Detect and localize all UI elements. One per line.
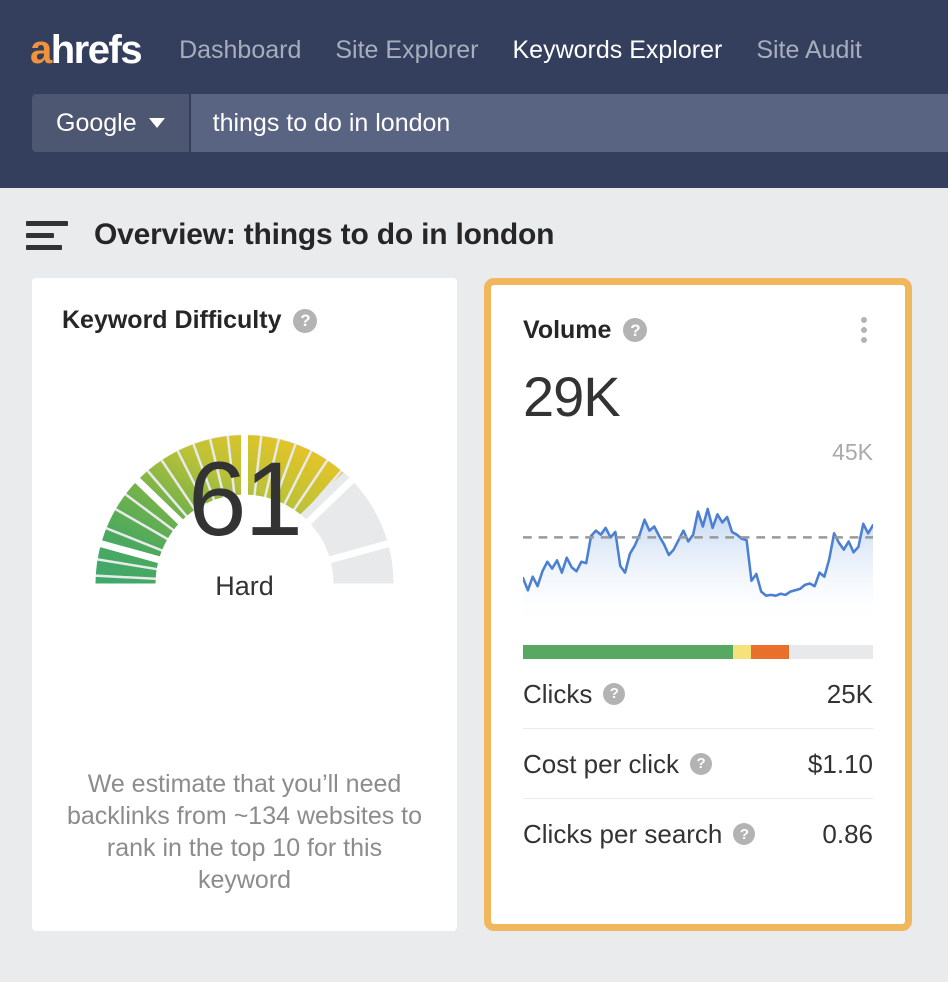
help-icon[interactable]: ? — [293, 308, 318, 333]
search-input[interactable] — [212, 108, 948, 138]
keyword-difficulty-card: Keyword Difficulty ? 61 Hard We estimate… — [32, 278, 457, 931]
ahrefs-logo[interactable]: ahrefs — [30, 28, 143, 72]
top-navigation-bar: ahrefs Dashboard Site Explorer Keywords … — [0, 0, 948, 188]
volume-value: 29K — [523, 365, 621, 428]
metric-label: Clicks ? — [523, 678, 626, 709]
page-title: Overview: things to do in london — [94, 218, 555, 251]
metric-row-clicks: Clicks ? 25K — [523, 659, 873, 729]
logo-text: hrefs — [50, 28, 143, 72]
metric-value: $1.10 — [807, 748, 873, 779]
nav-item-site-explorer[interactable]: Site Explorer — [335, 37, 478, 63]
metric-row-clicks-per-search: Clicks per search ? 0.86 — [523, 799, 873, 869]
volume-sparkline — [523, 488, 873, 623]
kd-card-title-label: Keyword Difficulty — [62, 306, 282, 334]
kd-card-header: Keyword Difficulty ? — [62, 308, 427, 333]
hamburger-line — [26, 220, 68, 226]
nav-row: ahrefs Dashboard Site Explorer Keywords … — [0, 0, 948, 78]
metric-label: Clicks per search ? — [523, 819, 756, 849]
search-engine-label: Google — [56, 108, 137, 137]
volume-card-header: Volume ? — [523, 313, 873, 347]
keyword-difficulty-gauge: 61 Hard — [62, 351, 427, 651]
volume-sparkline-svg — [523, 507, 873, 623]
volume-card-title: Volume ? — [523, 315, 648, 344]
metric-label-text: Clicks per search — [523, 819, 723, 849]
help-icon[interactable]: ? — [690, 752, 713, 775]
metric-label-text: Cost per click — [523, 748, 680, 779]
kd-rating-label: Hard — [215, 571, 274, 601]
hamburger-menu-icon[interactable] — [26, 220, 68, 250]
metric-value: 0.86 — [822, 819, 873, 849]
serp-distribution-bar — [523, 645, 873, 659]
kebab-dot — [861, 317, 867, 323]
kebab-dot — [861, 327, 867, 333]
kebab-dot — [861, 337, 867, 343]
logo-letter-a: a — [30, 28, 52, 72]
metric-row-cost-per-click: Cost per click ? $1.10 — [523, 729, 873, 799]
nav-item-dashboard[interactable]: Dashboard — [179, 37, 301, 63]
nav-item-keywords-explorer[interactable]: Keywords Explorer — [513, 37, 723, 63]
volume-card-title-label: Volume — [523, 315, 612, 344]
search-bar: Google — [32, 94, 948, 152]
search-engine-selector[interactable]: Google — [32, 94, 191, 152]
help-icon[interactable]: ? — [623, 318, 648, 342]
hamburger-line — [26, 232, 54, 238]
page-header: Overview: things to do in london — [0, 188, 948, 250]
hamburger-line — [26, 244, 62, 250]
kd-card-title: Keyword Difficulty ? — [62, 306, 318, 334]
metric-value: 25K — [826, 678, 873, 709]
metrics-card-grid: Keyword Difficulty ? 61 Hard We estimate… — [0, 250, 948, 931]
volume-axis-max-label: 45K — [832, 439, 873, 465]
serp-segment-no-clicks — [733, 645, 751, 659]
help-icon[interactable]: ? — [603, 682, 626, 705]
chevron-down-icon — [148, 118, 165, 128]
metric-label-text: Clicks — [523, 678, 593, 709]
volume-card: Volume ? 29K 45K Clicks ? 25K Cost per c… — [484, 278, 912, 931]
serp-segment-organic-clicks — [523, 645, 733, 659]
kd-estimate-note: We estimate that you’ll need backlinks f… — [66, 770, 423, 894]
serp-segment-paid-clicks — [750, 645, 789, 659]
nav-items: Dashboard Site Explorer Keywords Explore… — [179, 37, 862, 63]
kd-score: 61 — [188, 441, 303, 558]
more-options-icon[interactable] — [855, 313, 873, 347]
sparkline-area — [523, 508, 873, 623]
nav-item-site-audit[interactable]: Site Audit — [756, 37, 862, 63]
help-icon[interactable]: ? — [733, 823, 756, 845]
serp-segment-remainder — [789, 645, 873, 659]
search-input-wrap — [190, 94, 948, 152]
metric-label: Cost per click ? — [523, 748, 713, 779]
